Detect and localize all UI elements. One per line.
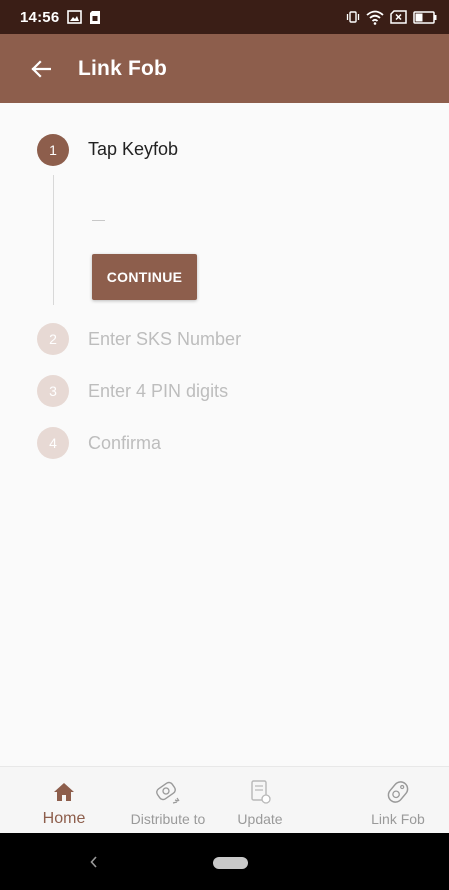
wifi-icon: [366, 10, 384, 25]
back-button[interactable]: [21, 49, 61, 89]
step-2-number: 2: [37, 323, 69, 355]
step-1-label[interactable]: Tap Keyfob: [88, 139, 178, 160]
step-4-number: 4: [37, 427, 69, 459]
link-fob-icon: [387, 781, 409, 803]
step-connector-line: [53, 175, 54, 305]
step-1-number: 1: [37, 134, 69, 166]
nav-item-home[interactable]: Home: [32, 767, 96, 834]
step-4-label[interactable]: Confirma: [88, 433, 161, 454]
bottom-navigation: Home Distribute to Update Link Fob: [0, 766, 449, 833]
nav-label-update: Update: [237, 811, 283, 827]
battery-icon: [413, 10, 437, 24]
arrow-left-icon: [31, 59, 51, 78]
continue-button[interactable]: CONTINUE: [92, 254, 197, 300]
vibrate-icon: [346, 10, 360, 24]
sim-card-icon: [89, 10, 101, 25]
update-icon: [251, 780, 271, 804]
step-2-label[interactable]: Enter SKS Number: [88, 329, 241, 350]
nav-label-distribute-to: Distribute to: [130, 811, 206, 827]
nav-item-distribute-to[interactable]: Distribute to: [116, 767, 220, 834]
status-notification-icons: [67, 10, 108, 25]
status-time: 14:56: [20, 8, 60, 26]
step-3-label[interactable]: Enter 4 PIN digits: [88, 381, 228, 402]
system-navigation-bar: [0, 833, 449, 890]
status-system-icons: [340, 10, 437, 25]
status-bar: 14:56: [0, 0, 449, 34]
app-bar: Link Fob: [0, 34, 449, 103]
step-3-number: 3: [37, 375, 69, 407]
home-icon: [54, 783, 74, 801]
system-back-button[interactable]: [84, 849, 104, 875]
nav-item-update[interactable]: Update: [228, 767, 292, 834]
keyfob-placeholder-dash: [92, 220, 105, 221]
keyfob-distribute-icon: [156, 781, 180, 804]
nav-item-link-fob[interactable]: Link Fob: [360, 767, 436, 834]
page-title: Link Fob: [78, 56, 168, 80]
chevron-left-icon: [90, 856, 97, 868]
gallery-notification-icon: [67, 10, 83, 24]
system-home-pill[interactable]: [213, 857, 248, 869]
nav-label-link-fob: Link Fob: [371, 811, 425, 827]
nav-label-home: Home: [42, 810, 86, 827]
no-sim-icon: [390, 10, 407, 24]
